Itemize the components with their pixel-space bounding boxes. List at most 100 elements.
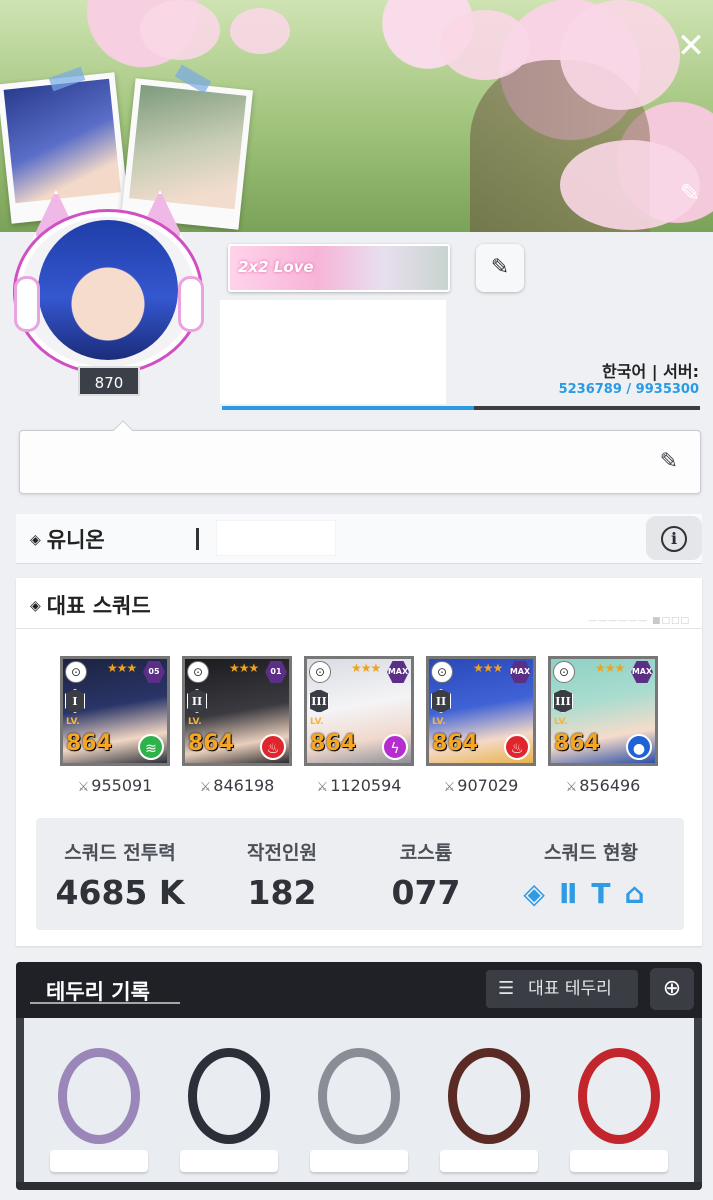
server-info: 한국어 | 서버:: [602, 362, 699, 381]
union-name-area: [216, 520, 336, 556]
stat-squad-power: 스쿼드 전투력 4685 K: [50, 838, 190, 912]
squad-card[interactable]: ⊙ ★★★ MAX III LV. 864 ϟ ⚔ 1120594: [304, 656, 414, 795]
crossed-swords-icon: ⚔: [316, 780, 329, 795]
border-frame: [448, 1048, 530, 1144]
intro-edit-icon[interactable]: ✎: [660, 449, 678, 474]
water-element-icon: ●: [626, 734, 652, 760]
union-section: ◈ 유니온 i: [16, 514, 702, 564]
card-art: ⊙ ★★★ MAX III LV. 864 ϟ: [304, 656, 414, 766]
border-item[interactable]: [564, 1032, 674, 1172]
manufacturer-elysion-icon: ◈: [523, 877, 559, 910]
edit-icon: ✎: [490, 255, 510, 280]
representative-border-button[interactable]: ☰ 대표 테두리: [486, 970, 638, 1008]
power-value: 907029: [457, 776, 519, 795]
section-bottom-bar: [16, 1182, 702, 1190]
profile-edit-button[interactable]: ✎: [476, 244, 524, 292]
squad-card[interactable]: ⊙ ★★★ 05 I LV. 864 ≋ ⚔ 955091: [60, 656, 170, 795]
avatar-portrait: [38, 220, 178, 360]
squad-card[interactable]: ⊙ ★★★ MAX III LV. 864 ● ⚔ 856496: [548, 656, 658, 795]
title-badge-text: 2x2 Love: [238, 258, 314, 276]
class-icon: ⊙: [309, 661, 331, 683]
page-indicator: —————— ■□□□: [588, 616, 690, 626]
representative-border-label: 대표 테두리: [528, 979, 612, 999]
banner-blossom: [230, 8, 290, 54]
character-level: 864: [310, 731, 356, 756]
character-level: 864: [66, 731, 112, 756]
squad-divider: [16, 628, 702, 629]
stat-value: 4685 K: [55, 873, 185, 912]
stat-label: 작전인원: [247, 842, 317, 864]
title-underline: [30, 1002, 180, 1004]
avatar[interactable]: 870: [12, 190, 207, 396]
squad-title-text: 대표 스쿼드: [46, 594, 151, 618]
character-level: 864: [554, 731, 600, 756]
star-rating: ★★★: [473, 661, 503, 675]
stat-value: 077: [391, 873, 461, 912]
union-title: ◈ 유니온: [30, 524, 105, 554]
squad-title: ◈ 대표 스쿼드: [30, 590, 151, 620]
border-frame: [318, 1048, 400, 1144]
character-power: ⚔ 955091: [60, 776, 170, 795]
banner-blossom: [560, 0, 680, 110]
squad-card[interactable]: ⊙ ★★★ 01 II LV. 864 ♨ ⚔ 846198: [182, 656, 292, 795]
electric-element-icon: ϟ: [382, 734, 408, 760]
zoom-button[interactable]: ⊕: [650, 968, 694, 1010]
banner-edit-icon[interactable]: ✎: [675, 178, 705, 208]
burst-badge: II: [187, 689, 207, 713]
character-power: ⚔ 856496: [548, 776, 658, 795]
fire-element-icon: ♨: [260, 734, 286, 760]
character-power: ⚔ 907029: [426, 776, 536, 795]
character-level: 864: [432, 731, 478, 756]
level-label: LV.: [66, 717, 80, 727]
squad-cards: ⊙ ★★★ 05 I LV. 864 ≋ ⚔ 955091 ⊙ ★★★ 01 II LV. 864 ♨ ⚔ 846…: [60, 656, 680, 806]
class-icon: ⊙: [553, 661, 575, 683]
burst-badge: II: [431, 689, 451, 713]
crossed-swords-icon: ⚔: [565, 780, 578, 795]
diamond-icon: ◈: [30, 598, 41, 614]
border-frame: [578, 1048, 660, 1144]
stat-label: 스쿼드 전투력: [64, 842, 176, 864]
diamond-icon: ◈: [30, 532, 41, 548]
stat-personnel: 작전인원 182: [222, 838, 342, 912]
introduction-box[interactable]: ✎: [19, 420, 701, 494]
border-record-header: 테두리 기록 ☰ 대표 테두리 ⊕: [16, 962, 702, 1018]
exp-bar: [222, 406, 700, 410]
commander-level: 870: [78, 366, 140, 396]
stat-value: 182: [247, 873, 317, 912]
burst-badge: III: [309, 689, 329, 713]
union-info-button[interactable]: i: [646, 516, 702, 560]
border-item[interactable]: [304, 1032, 414, 1172]
power-value: 955091: [91, 776, 153, 795]
exp-counter: 5236789 / 9935300: [558, 382, 699, 397]
card-art: ⊙ ★★★ MAX II LV. 864 ♨: [426, 656, 536, 766]
class-icon: ⊙: [65, 661, 87, 683]
border-item[interactable]: [434, 1032, 544, 1172]
stat-costume: 코스튬 077: [366, 838, 486, 912]
burst-badge: III: [553, 689, 573, 713]
power-value: 1120594: [330, 776, 402, 795]
close-icon[interactable]: ✕: [673, 28, 709, 64]
character-level: 864: [188, 731, 234, 756]
crossed-swords-icon: ⚔: [77, 780, 90, 795]
squad-stats: 스쿼드 전투력 4685 K 작전인원 182 코스튬 077 스쿼드 현황 ◈…: [36, 818, 684, 930]
border-frame: [188, 1048, 270, 1144]
level-label: LV.: [310, 717, 324, 727]
power-value: 856496: [579, 776, 641, 795]
border-item[interactable]: [174, 1032, 284, 1172]
star-rating: ★★★: [351, 661, 381, 675]
union-separator: [196, 528, 199, 550]
stat-label: 스쿼드 현황: [543, 842, 638, 864]
character-power: ⚔ 1120594: [304, 776, 414, 795]
manufacturer-missilis-icon: Ⅱ: [558, 877, 592, 910]
border-item[interactable]: [44, 1032, 154, 1172]
stat-label: 코스튬: [399, 842, 453, 864]
fire-element-icon: ♨: [504, 734, 530, 760]
level-label: LV.: [554, 717, 568, 727]
squad-card[interactable]: ⊙ ★★★ MAX II LV. 864 ♨ ⚔ 907029: [426, 656, 536, 795]
crossed-swords-icon: ⚔: [443, 780, 456, 795]
class-icon: ⊙: [431, 661, 453, 683]
border-frame: [58, 1048, 140, 1144]
star-rating: ★★★: [229, 661, 259, 675]
crossed-swords-icon: ⚔: [199, 780, 212, 795]
card-art: ⊙ ★★★ MAX III LV. 864 ●: [548, 656, 658, 766]
